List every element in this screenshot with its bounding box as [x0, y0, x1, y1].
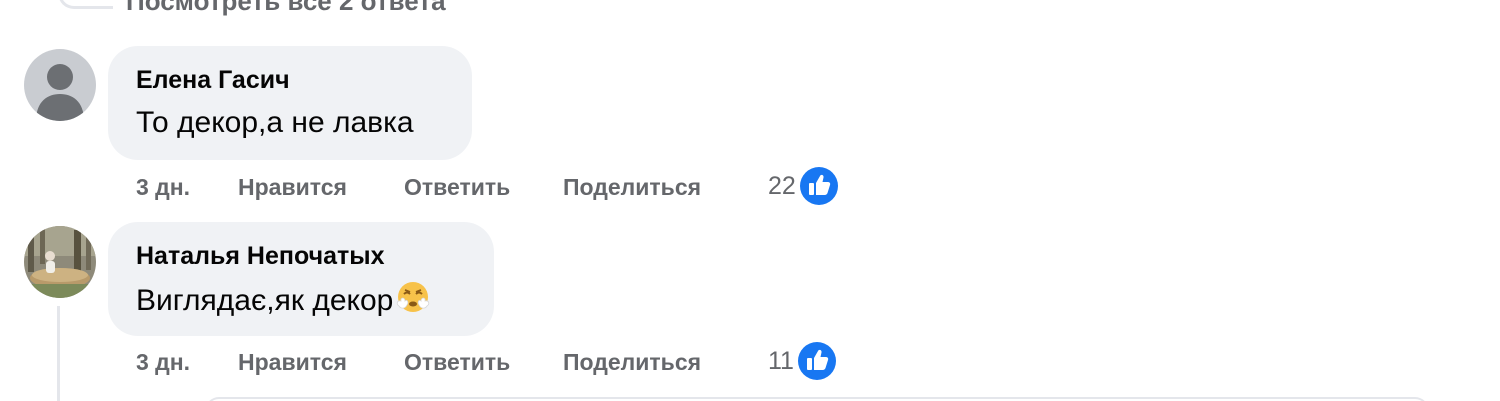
comment-author[interactable]: Наталья Непочатых: [136, 242, 385, 271]
reaction-count: 22: [768, 171, 796, 200]
comment-bubble: Елена Гасич То декор,а не лавка: [108, 46, 472, 160]
reaction-summary[interactable]: 22: [768, 166, 839, 206]
face-with-steam-emoji: [395, 280, 431, 324]
reply-thread-line: [57, 306, 60, 401]
like-button[interactable]: Нравится: [238, 349, 347, 376]
like-icon: [799, 167, 838, 205]
comment-text: То декор,а не лавка: [136, 106, 414, 139]
default-avatar-icon: [24, 49, 96, 121]
comment-bubble: Наталья Непочатых Виглядає,як декор: [108, 222, 494, 336]
reply-button[interactable]: Ответить: [404, 174, 510, 201]
comment-text-wrap: Виглядає,як декор: [136, 280, 431, 324]
like-button[interactable]: Нравится: [238, 174, 347, 201]
like-icon: [797, 342, 836, 380]
comment-time[interactable]: 3 дн.: [136, 349, 190, 376]
thread-connector: [58, 0, 113, 9]
user-photo-avatar: [24, 226, 96, 298]
view-all-replies-link[interactable]: Посмотреть все 2 ответа: [126, 0, 446, 17]
reply-button[interactable]: Ответить: [404, 349, 510, 376]
comment-text: Виглядає,як декор: [136, 284, 394, 317]
share-button[interactable]: Поделиться: [563, 349, 701, 376]
comments-section: Посмотреть все 2 ответа Елена Гасич То д…: [0, 0, 1500, 401]
avatar[interactable]: [24, 226, 96, 298]
reply-input-box[interactable]: [205, 397, 1429, 401]
reaction-count: 11: [768, 346, 794, 375]
avatar[interactable]: [24, 49, 96, 121]
reaction-summary[interactable]: 11: [768, 341, 837, 381]
comment-time[interactable]: 3 дн.: [136, 174, 190, 201]
share-button[interactable]: Поделиться: [563, 174, 701, 201]
comment-author[interactable]: Елена Гасич: [136, 66, 290, 95]
